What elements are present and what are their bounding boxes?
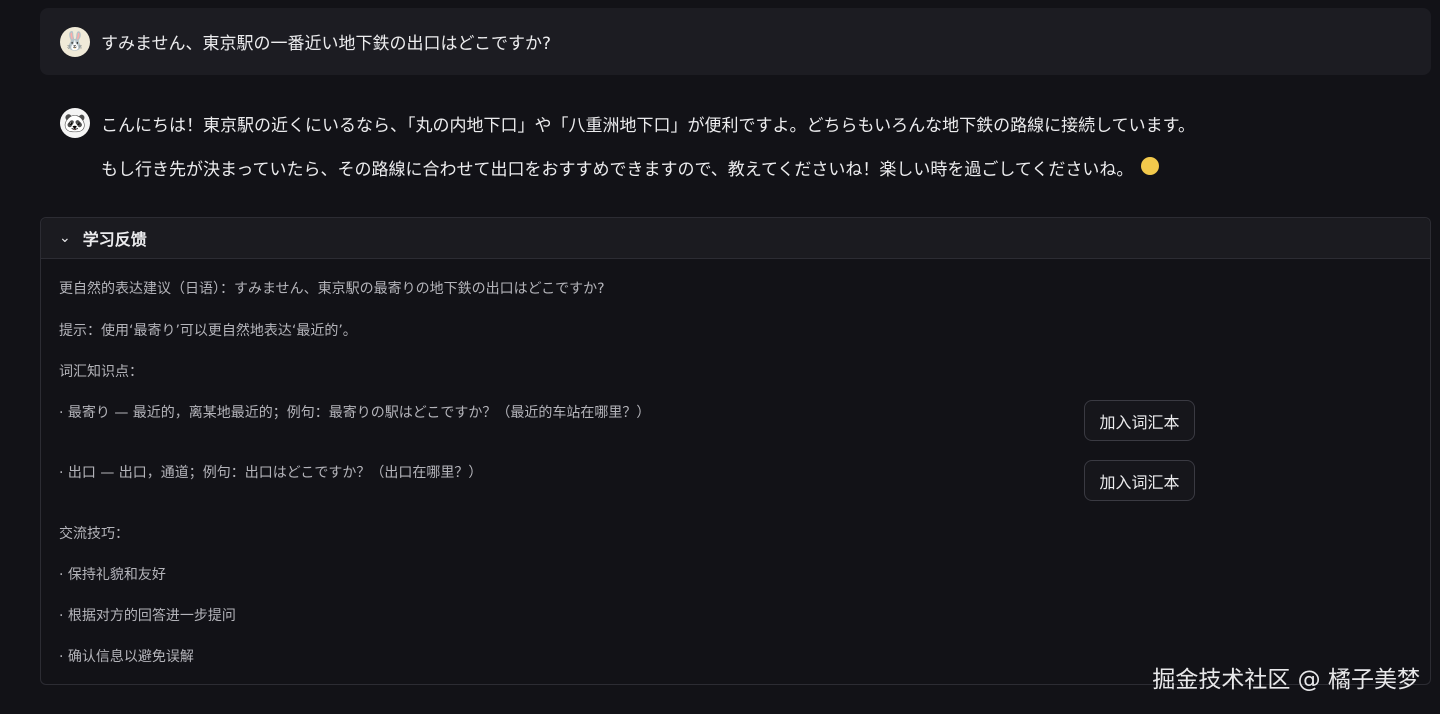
tip-item: · 确认信息以避免误解 xyxy=(59,649,194,665)
tips-heading: 交流技巧： xyxy=(59,526,129,542)
vocab-item: · 出口 — 出口，通道；例句：出口はどこですか？（出口在哪里？） xyxy=(59,465,483,481)
tip-item: · 根据对方的回答进一步提问 xyxy=(59,608,236,624)
vocab-item: · 最寄り — 最近的，离某地最近的；例句：最寄りの駅はどこですか？（最近的车站… xyxy=(59,405,651,421)
user-message: 🐰 すみません、東京駅の一番近い地下鉄の出口はどこですか? xyxy=(40,8,1431,75)
bot-message: 🐼 こんにちは！東京駅の近くにいるなら、「丸の内地下口」や「八重洲地下口」が便利… xyxy=(40,108,1420,182)
smiling-face-emoji-icon xyxy=(1141,157,1160,175)
bunny-avatar-icon: 🐰 xyxy=(60,26,90,57)
feedback-header[interactable]: ⌄ 学习反馈 xyxy=(41,218,1430,259)
user-message-text: すみません、東京駅の一番近い地下鉄の出口はどこですか? xyxy=(101,34,552,54)
panda-avatar-icon: 🐼 xyxy=(60,108,90,138)
bot-message-line1: こんにちは！東京駅の近くにいるなら、「丸の内地下口」や「八重洲地下口」が便利です… xyxy=(101,115,1195,136)
chevron-down-icon[interactable]: ⌄ xyxy=(59,230,71,246)
feedback-title: 学习反馈 xyxy=(82,230,147,249)
tip-item: · 保持礼貌和友好 xyxy=(59,567,166,583)
watermark: 掘金技术社区 @ 橘子美梦 xyxy=(1152,667,1420,693)
learning-feedback-panel: ⌄ 学习反馈 更自然的表达建议（日语）：すみません、東京駅の最寄りの地下鉄の出口… xyxy=(40,217,1431,685)
add-to-vocab-button[interactable]: 加入词汇本 xyxy=(1084,460,1195,501)
hint-text: 提示：使用‘最寄り’可以更自然地表达‘最近的’。 xyxy=(59,323,357,339)
bot-message-line2: もし行き先が決まっていたら、その路線に合わせて出口をおすすめできますので、教えて… xyxy=(101,159,1134,180)
expression-suggestion: 更自然的表达建议（日语）：すみません、東京駅の最寄りの地下鉄の出口はどこですか? xyxy=(59,281,605,297)
vocab-heading: 词汇知识点： xyxy=(59,364,143,380)
add-to-vocab-button[interactable]: 加入词汇本 xyxy=(1084,400,1195,441)
